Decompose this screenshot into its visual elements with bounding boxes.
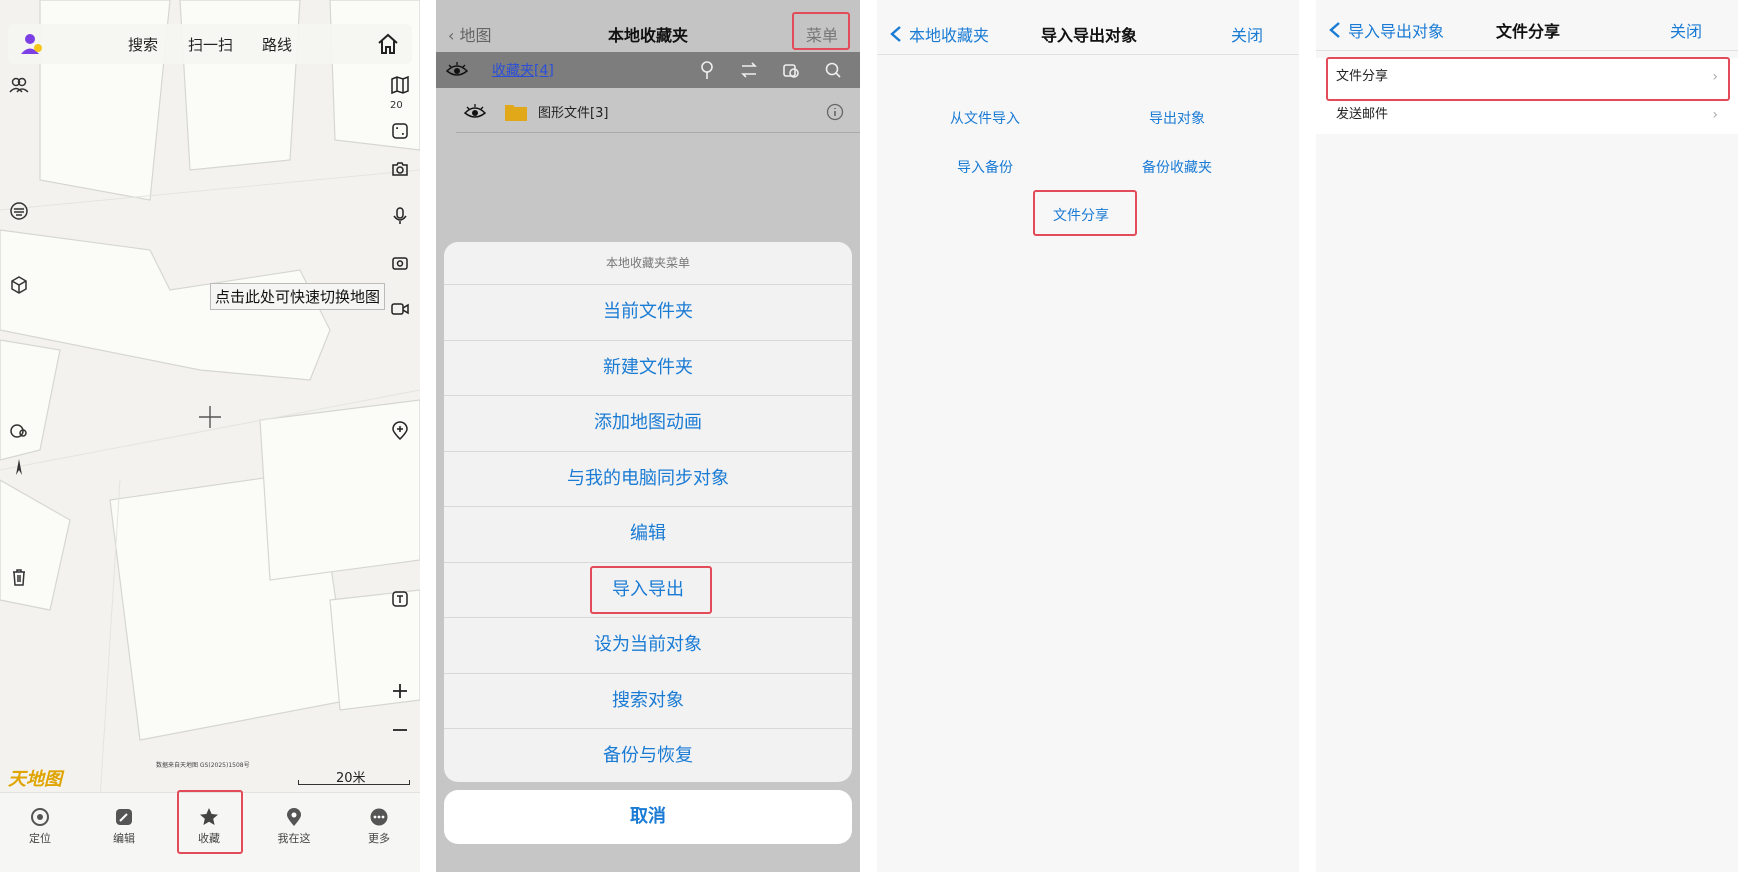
crosshair-icon — [199, 406, 221, 428]
page-title: 文件分享 — [1496, 22, 1561, 41]
menu-item-add-map-animation[interactable]: 添加地图动画 — [444, 396, 852, 452]
map-top-bar: 搜索 扫一扫 路线 — [8, 24, 412, 64]
camera-icon[interactable] — [387, 156, 413, 182]
group-icon[interactable] — [6, 72, 32, 98]
back-button[interactable]: 本地收藏夹 — [889, 22, 989, 46]
import-from-file-button[interactable]: 从文件导入 — [915, 108, 1055, 128]
nav-label: 更多 — [368, 832, 390, 845]
eye-icon[interactable] — [446, 62, 468, 78]
user-avatar-icon[interactable] — [20, 32, 44, 56]
map-switch-tooltip[interactable]: 点击此处可快速切换地图 — [210, 283, 386, 310]
sort-arrows-icon[interactable] — [740, 61, 758, 79]
favorites-folder-link[interactable]: 收藏夹[4] — [492, 60, 554, 80]
map-attribution: 数据来自天地图 GS(2025)1508号 — [156, 762, 250, 769]
zoom-level-label: 20 — [390, 100, 403, 111]
zoom-out-icon[interactable] — [387, 717, 413, 743]
local-favorites-screen: ‹ 地图 本地收藏夹 菜单 收藏夹[4] 图形文件[3] 本地收藏夹菜单 当前文… — [436, 0, 860, 872]
file-share-screen: 导入导出对象 文件分享 关闭 文件分享 › 发送邮件 › — [1316, 0, 1738, 872]
close-button[interactable]: 关闭 — [1670, 18, 1702, 42]
chevron-left-icon — [1329, 22, 1340, 38]
pin-icon — [287, 808, 301, 826]
info-icon[interactable] — [826, 103, 844, 121]
menu-item-search-objects[interactable]: 搜索对象 — [444, 674, 852, 729]
cancel-button[interactable]: 取消 — [444, 790, 852, 844]
locate-icon — [31, 808, 49, 826]
backup-favorites-button[interactable]: 备份收藏夹 — [1107, 157, 1247, 177]
search-icon[interactable] — [824, 61, 842, 79]
nav-bar: 本地收藏夹 导入导出对象 关闭 — [877, 0, 1299, 55]
text-tool-icon[interactable] — [387, 586, 413, 612]
menu-item-sync-with-computer[interactable]: 与我的电脑同步对象 — [444, 452, 852, 507]
fullscreen-icon[interactable] — [387, 118, 413, 144]
microphone-icon[interactable] — [387, 203, 413, 229]
page-title: 导入导出对象 — [1041, 26, 1138, 45]
trash-icon[interactable] — [6, 564, 32, 590]
highlight-menu — [792, 12, 850, 50]
nav-label: 我在这 — [277, 832, 311, 845]
nav-locate[interactable]: 定位 — [10, 807, 70, 846]
nav-label: 编辑 — [113, 832, 135, 845]
tab-scan[interactable]: 扫一扫 — [188, 34, 233, 55]
shapes-icon[interactable] — [782, 61, 800, 79]
back-label: 本地收藏夹 — [909, 26, 990, 45]
highlight-file-share — [1033, 190, 1137, 236]
tianditu-logo: 天地图 — [8, 769, 62, 790]
tab-search[interactable]: 搜索 — [128, 34, 158, 55]
action-sheet-title: 本地收藏夹菜单 — [444, 242, 852, 285]
tab-route[interactable]: 路线 — [262, 34, 292, 55]
chevron-right-icon: › — [1712, 107, 1718, 123]
chevron-left-icon — [890, 26, 901, 42]
folder-row[interactable]: 图形文件[3] — [456, 92, 860, 133]
menu-item-edit[interactable]: 编辑 — [444, 507, 852, 563]
nav-more[interactable]: 更多 — [349, 807, 409, 846]
compass-icon[interactable] — [6, 454, 32, 480]
eye-icon[interactable] — [464, 104, 486, 120]
nav-bar: 导入导出对象 文件分享 关闭 — [1316, 0, 1738, 51]
close-button[interactable]: 关闭 — [1231, 22, 1263, 46]
export-objects-button[interactable]: 导出对象 — [1107, 108, 1247, 128]
edit-icon — [116, 809, 132, 825]
folder-toolbar: 收藏夹[4] — [436, 52, 860, 88]
home-icon[interactable] — [376, 32, 400, 56]
menu-item-backup-restore[interactable]: 备份与恢复 — [444, 729, 852, 782]
back-button[interactable]: 导入导出对象 — [1328, 18, 1444, 42]
highlight-file-share-item — [1326, 57, 1730, 101]
folder-label: 图形文件[3] — [538, 106, 609, 121]
highlight-favorites — [177, 790, 243, 854]
video-icon[interactable] — [387, 296, 413, 322]
switch-camera-icon[interactable] — [387, 250, 413, 276]
import-backup-button[interactable]: 导入备份 — [915, 157, 1055, 177]
list-item-send-email[interactable]: 发送邮件 › — [1316, 96, 1738, 134]
menu-item-current-folder[interactable]: 当前文件夹 — [444, 285, 852, 341]
cube-3d-icon[interactable] — [6, 272, 32, 298]
menu-item-new-folder[interactable]: 新建文件夹 — [444, 341, 852, 396]
add-marker-icon[interactable] — [387, 418, 413, 444]
map-layers-icon[interactable] — [387, 72, 413, 98]
map-screen: 搜索 扫一扫 路线 20 点击此处可快速切换地图 天地图 数据来自天地图 GS(… — [0, 0, 420, 872]
highlight-import-export — [590, 566, 712, 614]
nav-edit[interactable]: 编辑 — [94, 807, 154, 846]
more-icon — [370, 808, 388, 826]
action-sheet: 本地收藏夹菜单 当前文件夹 新建文件夹 添加地图动画 与我的电脑同步对象 编辑 … — [444, 242, 852, 782]
scale-bar — [298, 780, 410, 785]
zoom-in-icon[interactable] — [387, 678, 413, 704]
nav-i-am-here[interactable]: 我在这 — [264, 807, 324, 846]
import-export-screen: 本地收藏夹 导入导出对象 关闭 从文件导入 导出对象 导入备份 备份收藏夹 文件… — [877, 0, 1299, 872]
back-label: 导入导出对象 — [1348, 22, 1445, 41]
menu-item-set-current-object[interactable]: 设为当前对象 — [444, 618, 852, 674]
folder-icon — [505, 105, 527, 121]
map-canvas[interactable] — [0, 0, 420, 872]
location-pin-icon[interactable] — [698, 60, 716, 80]
list-item-label: 发送邮件 — [1336, 107, 1389, 122]
nav-label: 定位 — [29, 832, 51, 845]
layer-settings-icon[interactable] — [6, 418, 32, 444]
signal-icon[interactable] — [6, 198, 32, 224]
